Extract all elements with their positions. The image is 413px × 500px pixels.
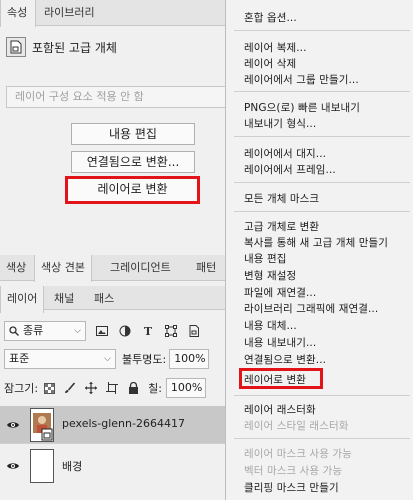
- menu-item-group-from-layers[interactable]: 레이어에서 그룹 만들기...: [244, 72, 359, 87]
- layer-row-smart-object[interactable]: pexels-glenn-2664417: [0, 406, 225, 444]
- menu-item-enable-layer-mask: 레이어 마스크 사용 가능: [244, 448, 352, 460]
- visibility-eye-icon[interactable]: [6, 459, 20, 473]
- visibility-eye-icon[interactable]: [6, 418, 20, 432]
- menu-item-enable-vector-mask: 벡터 마스크 사용 가능: [244, 465, 343, 477]
- tab-patterns[interactable]: 패턴: [190, 255, 222, 281]
- lock-fill-row: 잠그기: 칠: 100%: [0, 376, 225, 400]
- menu-separator: [234, 438, 410, 439]
- menu-item-rasterize-layer-style: 레이어 스타일 래스터화: [244, 420, 349, 432]
- tab-channels[interactable]: 채널: [48, 286, 80, 312]
- smart-object-icon: [6, 37, 26, 57]
- menu-item-artboard-from-layers[interactable]: 레이어에서 대지...: [244, 146, 326, 161]
- chevron-down-icon: ⌵: [74, 326, 81, 336]
- menu-item-edit-contents[interactable]: 내용 편집: [244, 251, 286, 266]
- chevron-down-icon: ⌵: [104, 354, 111, 364]
- menu-item-new-smart-object-via-copy[interactable]: 복사를 통해 새 고급 개체 만들기: [244, 235, 388, 250]
- menu-item-create-clipping-mask[interactable]: 클리핑 마스크 만들기: [244, 480, 339, 495]
- filter-kind-label: 종류: [23, 324, 44, 337]
- image-filter-icon[interactable]: [95, 324, 109, 338]
- menu-item-relink-to-file[interactable]: 파일에 재연결...: [244, 285, 316, 300]
- properties-tabbar: 속성 라이브러리: [0, 0, 225, 27]
- lock-label: 잠그기:: [4, 382, 39, 395]
- menu-separator: [234, 136, 410, 137]
- menu-item-reset-transform[interactable]: 변형 재설정: [244, 268, 296, 283]
- menu-item-replace-contents[interactable]: 내용 대체...: [244, 318, 297, 333]
- tab-swatches[interactable]: 색상 견본: [34, 255, 92, 282]
- color-tabbar: 색상 색상 견본 그레이디언트 패턴: [0, 255, 225, 282]
- layer-name: pexels-glenn-2664417: [62, 417, 185, 430]
- photo-thumbnail-icon: [33, 413, 53, 441]
- tab-libraries[interactable]: 라이브러리: [38, 0, 101, 26]
- tab-gradients[interactable]: 그레이디언트: [104, 255, 177, 281]
- layer-thumbnail: [30, 408, 54, 442]
- fill-input[interactable]: 100%: [165, 378, 206, 398]
- layer-thumbnail: [30, 449, 54, 483]
- layer-filter-row: 종류 ⌵ T: [0, 319, 225, 343]
- smart-object-row: 포함된 고급 개체: [6, 36, 117, 58]
- menu-item-duplicate-layer[interactable]: 레이어 복제...: [244, 40, 307, 55]
- menu-item-mask-all-objects[interactable]: 모든 개체 마스크: [244, 191, 319, 206]
- menu-item-rasterize-layer[interactable]: 레이어 래스터화: [244, 402, 316, 417]
- menu-separator: [234, 182, 410, 183]
- properties-panel: 속성 라이브러리 포함된 고급 개체 레이어 구성 요소 적용 안 함 내용 편…: [0, 0, 236, 500]
- tab-color[interactable]: 색상: [0, 255, 32, 281]
- blend-mode-label: 표준: [9, 352, 30, 365]
- menu-item-blending-options[interactable]: 혼합 옵션...: [244, 10, 297, 25]
- menu-separator: [234, 91, 410, 92]
- fill-label: 칠:: [148, 382, 162, 395]
- menu-separator: [234, 211, 410, 212]
- smart-object-filter-icon[interactable]: [187, 324, 201, 338]
- layers-tabbar: 레이어 채널 패스: [0, 286, 225, 313]
- opacity-label: 불투명도:: [122, 353, 167, 366]
- lock-pixels-icon[interactable]: [63, 381, 77, 395]
- menu-item-convert-to-linked[interactable]: 연결됨으로 변환...: [244, 352, 326, 367]
- opacity-input[interactable]: 100%: [169, 349, 210, 369]
- menu-item-relink-to-library-graphic[interactable]: 라이브러리 그래픽에 재연결...: [244, 301, 378, 316]
- tab-properties[interactable]: 속성: [0, 0, 36, 27]
- menu-separator: [234, 395, 410, 396]
- menu-item-convert-to-layers[interactable]: 레이어로 변환: [244, 372, 306, 387]
- lock-all-icon[interactable]: [126, 381, 140, 395]
- search-icon: [9, 326, 19, 336]
- type-filter-icon[interactable]: T: [141, 324, 155, 338]
- smart-object-label: 포함된 고급 개체: [32, 40, 117, 55]
- blend-opacity-row: 표준 ⌵ 불투명도: 100%: [0, 347, 225, 371]
- menu-item-delete-layer[interactable]: 레이어 삭제: [244, 56, 296, 71]
- layer-context-menu: 혼합 옵션... 레이어 복제... 레이어 삭제 레이어에서 그룹 만들기..…: [225, 0, 413, 500]
- convert-to-layers-button[interactable]: 레이어로 변환: [65, 176, 200, 204]
- menu-item-quick-export-png[interactable]: PNG으(로) 빠른 내보내기: [244, 100, 360, 115]
- tab-paths[interactable]: 패스: [88, 286, 120, 312]
- menu-item-export-as[interactable]: 내보내기 형식...: [244, 116, 316, 131]
- adjustment-filter-icon[interactable]: [118, 324, 132, 338]
- layer-name: 배경: [62, 460, 83, 473]
- filter-kind-select[interactable]: 종류 ⌵: [4, 321, 86, 341]
- menu-item-convert-to-smart-object[interactable]: 고급 개체로 변환: [244, 219, 319, 234]
- menu-separator: [234, 30, 410, 31]
- convert-to-linked-button[interactable]: 연결됨으로 변환...: [71, 151, 195, 173]
- lock-artboard-icon[interactable]: [105, 381, 119, 395]
- blend-mode-select[interactable]: 표준 ⌵: [4, 349, 116, 369]
- tab-layers[interactable]: 레이어: [0, 286, 45, 313]
- layer-row-background[interactable]: 배경: [0, 447, 225, 485]
- menu-item-frame-from-layers[interactable]: 레이어에서 프레임...: [244, 162, 336, 177]
- shape-filter-icon[interactable]: [164, 324, 178, 338]
- layer-comp-select[interactable]: 레이어 구성 요소 적용 안 함: [6, 86, 236, 108]
- edit-contents-button[interactable]: 내용 편집: [71, 123, 195, 145]
- lock-transparent-icon[interactable]: [42, 381, 56, 395]
- lock-position-icon[interactable]: [84, 381, 98, 395]
- menu-item-export-contents[interactable]: 내용 내보내기...: [244, 335, 316, 350]
